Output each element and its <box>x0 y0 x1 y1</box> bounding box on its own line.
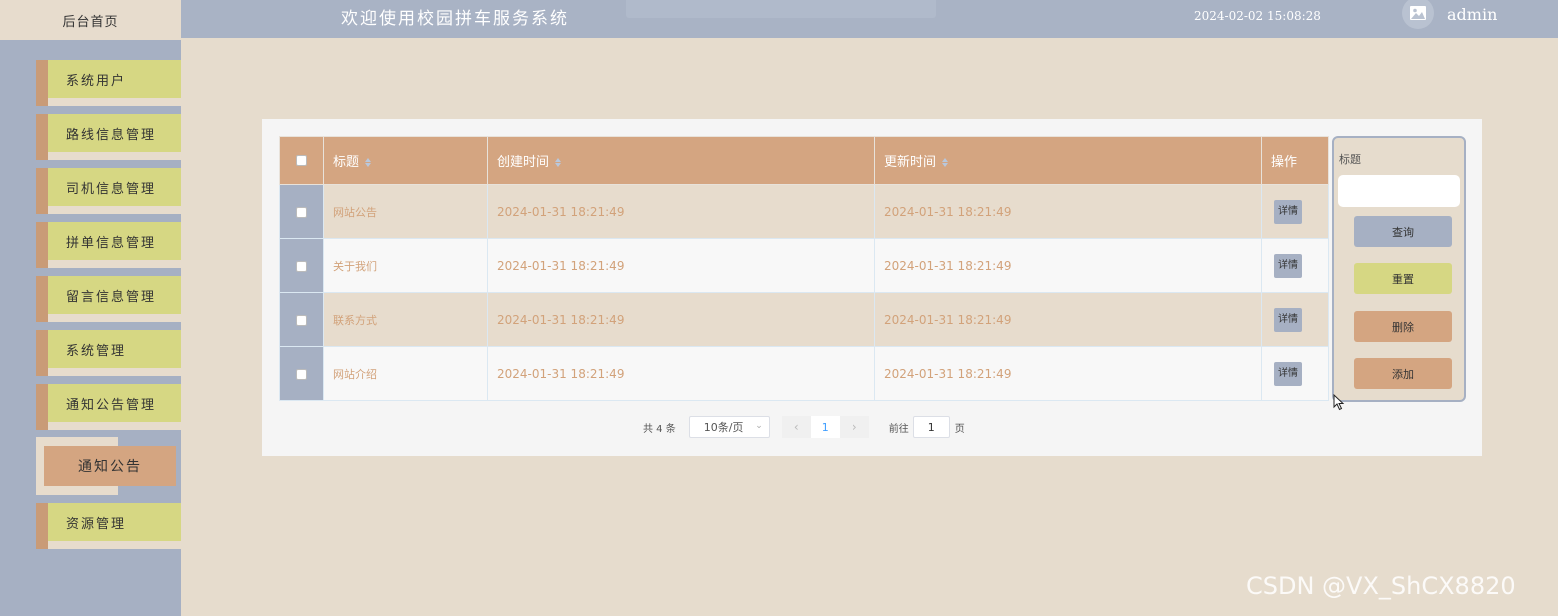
column-header-created[interactable]: 创建时间 <box>487 136 875 185</box>
top-header: 欢迎使用校园拼车服务系统 2024-02-02 15:08:28 admin <box>181 0 1558 38</box>
detail-button[interactable]: 详情 <box>1274 199 1302 224</box>
sidebar-item-label: 资源管理 <box>48 503 181 541</box>
sidebar-item-label: 通知公告管理 <box>48 384 181 422</box>
column-header-actions: 操作 <box>1261 136 1329 185</box>
table-row: 网站公告 2024-01-31 18:21:49 2024-01-31 18:2… <box>279 184 1329 239</box>
sidebar-item-label: 系统用户 <box>48 60 181 98</box>
sidebar-home-link[interactable]: 后台首页 <box>0 0 181 40</box>
table-row: 联系方式 2024-01-31 18:21:49 2024-01-31 18:2… <box>279 292 1329 347</box>
sidebar-item-label: 通知公告 <box>44 446 176 486</box>
next-page-button[interactable]: › <box>839 416 869 438</box>
sidebar-item-driver-info[interactable]: 司机信息管理 <box>36 168 181 214</box>
row-created: 2024-01-31 18:21:49 <box>487 184 875 239</box>
sidebar-item-notice-active[interactable]: 通知公告 <box>36 437 181 495</box>
search-panel: 标题 查询 重置 删除 添加 <box>1332 136 1466 402</box>
goto-label: 前往 <box>888 423 909 435</box>
main-panel: 标题 创建时间 更新时间 操作 网站公告 2024-01-31 18:21:49… <box>262 119 1482 456</box>
row-title: 网站公告 <box>323 184 488 239</box>
sidebar-item-resources[interactable]: 资源管理 <box>36 503 181 549</box>
username[interactable]: admin <box>1447 5 1497 24</box>
sidebar-item-system-users[interactable]: 系统用户 <box>36 60 181 106</box>
table-header-row: 标题 创建时间 更新时间 操作 <box>279 136 1329 185</box>
mouse-cursor-icon <box>1333 393 1345 415</box>
detail-button[interactable]: 详情 <box>1274 307 1302 332</box>
pagination-total: 共 4 条 <box>643 423 676 435</box>
row-checkbox[interactable] <box>279 292 324 347</box>
row-created: 2024-01-31 18:21:49 <box>487 238 875 293</box>
prev-page-button[interactable]: ‹ <box>781 416 811 438</box>
chevron-down-icon: ⌄ <box>755 421 763 431</box>
image-icon[interactable] <box>1402 0 1434 29</box>
sidebar-item-label: 司机信息管理 <box>48 168 181 206</box>
row-title: 网站介绍 <box>323 346 488 401</box>
detail-button[interactable]: 详情 <box>1274 253 1302 278</box>
add-button[interactable]: 添加 <box>1354 358 1452 389</box>
sidebar-item-notice-management[interactable]: 通知公告管理 <box>36 384 181 430</box>
row-checkbox[interactable] <box>279 184 324 239</box>
sidebar-item-messages[interactable]: 留言信息管理 <box>36 276 181 322</box>
column-header-title[interactable]: 标题 <box>323 136 488 185</box>
row-checkbox[interactable] <box>279 346 324 401</box>
search-label: 标题 <box>1339 153 1361 166</box>
detail-button[interactable]: 详情 <box>1274 361 1302 386</box>
sidebar-item-label: 系统管理 <box>48 330 181 368</box>
row-updated: 2024-01-31 18:21:49 <box>874 346 1262 401</box>
page-number-current[interactable]: 1 <box>810 416 840 438</box>
header-decoration <box>626 0 936 18</box>
row-created: 2024-01-31 18:21:49 <box>487 346 875 401</box>
delete-button[interactable]: 删除 <box>1354 311 1452 342</box>
sidebar-item-label: 路线信息管理 <box>48 114 181 152</box>
app-title: 欢迎使用校园拼车服务系统 <box>341 9 569 29</box>
title-search-input[interactable] <box>1338 175 1460 207</box>
goto-page-input[interactable]: 1 <box>912 416 950 438</box>
sort-icon[interactable] <box>942 158 949 167</box>
row-title: 联系方式 <box>323 292 488 347</box>
pagination: 共 4 条 10条/页 ⌄ ‹ 1 › 前往 1 页 <box>643 416 965 438</box>
page-size-select[interactable]: 10条/页 ⌄ <box>688 416 770 438</box>
page-unit-label: 页 <box>954 423 965 435</box>
row-updated: 2024-01-31 18:21:49 <box>874 184 1262 239</box>
sidebar-item-carpool-info[interactable]: 拼单信息管理 <box>36 222 181 268</box>
row-created: 2024-01-31 18:21:49 <box>487 292 875 347</box>
row-updated: 2024-01-31 18:21:49 <box>874 238 1262 293</box>
sort-icon[interactable] <box>555 158 562 167</box>
sidebar-item-route-info[interactable]: 路线信息管理 <box>36 114 181 160</box>
notice-table: 标题 创建时间 更新时间 操作 网站公告 2024-01-31 18:21:49… <box>279 136 1329 401</box>
table-row: 关于我们 2024-01-31 18:21:49 2024-01-31 18:2… <box>279 238 1329 293</box>
column-header-updated[interactable]: 更新时间 <box>874 136 1262 185</box>
header-datetime: 2024-02-02 15:08:28 <box>1194 9 1321 23</box>
row-title: 关于我们 <box>323 238 488 293</box>
select-all-checkbox[interactable] <box>279 136 324 185</box>
query-button[interactable]: 查询 <box>1354 216 1452 247</box>
watermark: CSDN @VX_ShCX8820 <box>1246 572 1516 600</box>
sidebar-item-label: 拼单信息管理 <box>48 222 181 260</box>
sidebar-item-label: 留言信息管理 <box>48 276 181 314</box>
sidebar: 后台首页 系统用户 路线信息管理 司机信息管理 拼单信息管理 留言信息管理 系统… <box>0 0 181 616</box>
row-checkbox[interactable] <box>279 238 324 293</box>
sidebar-item-system-management[interactable]: 系统管理 <box>36 330 181 376</box>
table-row: 网站介绍 2024-01-31 18:21:49 2024-01-31 18:2… <box>279 346 1329 401</box>
row-updated: 2024-01-31 18:21:49 <box>874 292 1262 347</box>
reset-button[interactable]: 重置 <box>1354 263 1452 294</box>
sort-icon[interactable] <box>365 158 372 167</box>
